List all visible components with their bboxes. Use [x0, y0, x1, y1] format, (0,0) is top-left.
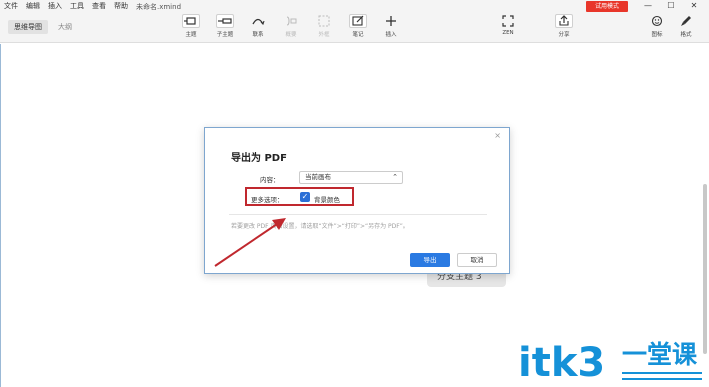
itk3-watermark-logo: itk3 一堂课	[518, 340, 702, 384]
zen-tool-label: ZEN	[502, 30, 514, 36]
relationship-tool-label: 联系	[252, 32, 264, 38]
summary-tool-label: 概要	[285, 32, 297, 38]
topic-tool[interactable]: 主题	[178, 14, 204, 38]
share-tool-label: 分享	[558, 32, 570, 38]
relationship-icon	[249, 14, 267, 28]
export-pdf-dialog: × 导出为 PDF 内容： 当前画布 ⌃ 更多选项： ✓ 背景颜色 若要更改 P…	[204, 127, 510, 274]
svg-text:itk3: itk3	[518, 340, 605, 384]
trial-mode-badge[interactable]: 试用模式	[586, 1, 628, 12]
menu-file[interactable]: 文件	[0, 0, 22, 13]
boundary-icon	[315, 14, 333, 28]
summary-icon	[282, 14, 300, 28]
fullscreen-icon	[499, 14, 517, 28]
summary-tool[interactable]: 概要	[278, 14, 304, 38]
dialog-close-button[interactable]: ×	[494, 131, 501, 140]
content-label: 内容：	[260, 176, 280, 184]
dialog-title: 导出为 PDF	[231, 153, 287, 164]
menu-insert[interactable]: 插入	[44, 0, 66, 13]
format-tool-label: 格式	[680, 32, 692, 38]
insert-tool-label: 插入	[385, 32, 397, 38]
export-button[interactable]: 导出	[410, 253, 450, 267]
minimize-button[interactable]: —	[640, 0, 656, 13]
insert-tool[interactable]: 插入	[378, 14, 404, 38]
subtopic-tool-label: 子主题	[216, 32, 234, 38]
smiley-icon	[648, 14, 666, 28]
view-tabs: 思维导图 大纲	[8, 20, 82, 34]
plus-icon	[382, 14, 400, 28]
note-icon	[349, 14, 367, 28]
boundary-tool[interactable]: 外框	[311, 14, 337, 38]
menu-help[interactable]: 帮助	[110, 0, 132, 13]
subtopic-icon	[216, 14, 234, 28]
vertical-scrollbar[interactable]	[703, 184, 707, 354]
dialog-separator	[229, 214, 487, 215]
menu-edit[interactable]: 编辑	[22, 0, 44, 13]
cancel-button[interactable]: 取消	[457, 253, 497, 267]
note-tool-label: 笔记	[352, 32, 364, 38]
boundary-tool-label: 外框	[318, 32, 330, 38]
pdf-settings-hint: 若要更改 PDF 页面设置，请选取“文件”>“打印”>“另存为 PDF”。	[231, 223, 409, 230]
topic-tool-label: 主题	[185, 32, 197, 38]
paintbrush-icon	[677, 14, 695, 28]
icon-panel-tool[interactable]: 图标	[644, 14, 670, 38]
tab-outline[interactable]: 大纲	[52, 20, 78, 34]
tab-mindmap[interactable]: 思维导图	[8, 20, 48, 34]
menu-tools[interactable]: 工具	[66, 0, 88, 13]
toolbar: 思维导图 大纲 主题 子主题 联系 概要 外框 笔记 插入 ZEN 分享 图标	[0, 13, 709, 43]
format-tool[interactable]: 格式	[673, 14, 699, 38]
annotation-highlight-box	[245, 187, 354, 206]
share-tool[interactable]: 分享	[551, 14, 577, 38]
close-window-button[interactable]: ✕	[686, 0, 702, 13]
content-select[interactable]: 当前画布 ⌃	[299, 171, 403, 184]
menu-view[interactable]: 查看	[88, 0, 110, 13]
zen-tool[interactable]: ZEN	[495, 14, 521, 36]
subtopic-tool[interactable]: 子主题	[212, 14, 238, 38]
note-tool[interactable]: 笔记	[345, 14, 371, 38]
share-icon	[555, 14, 573, 28]
maximize-button[interactable]: ☐	[663, 0, 679, 13]
chevron-updown-icon: ⌃	[392, 173, 398, 181]
topic-icon	[182, 14, 200, 28]
relationship-tool[interactable]: 联系	[245, 14, 271, 38]
icon-panel-tool-label: 图标	[651, 32, 663, 38]
svg-text:一堂课: 一堂课	[622, 340, 698, 369]
content-select-value: 当前画布	[305, 173, 331, 181]
document-filename: 未命名.xmind	[136, 2, 182, 11]
